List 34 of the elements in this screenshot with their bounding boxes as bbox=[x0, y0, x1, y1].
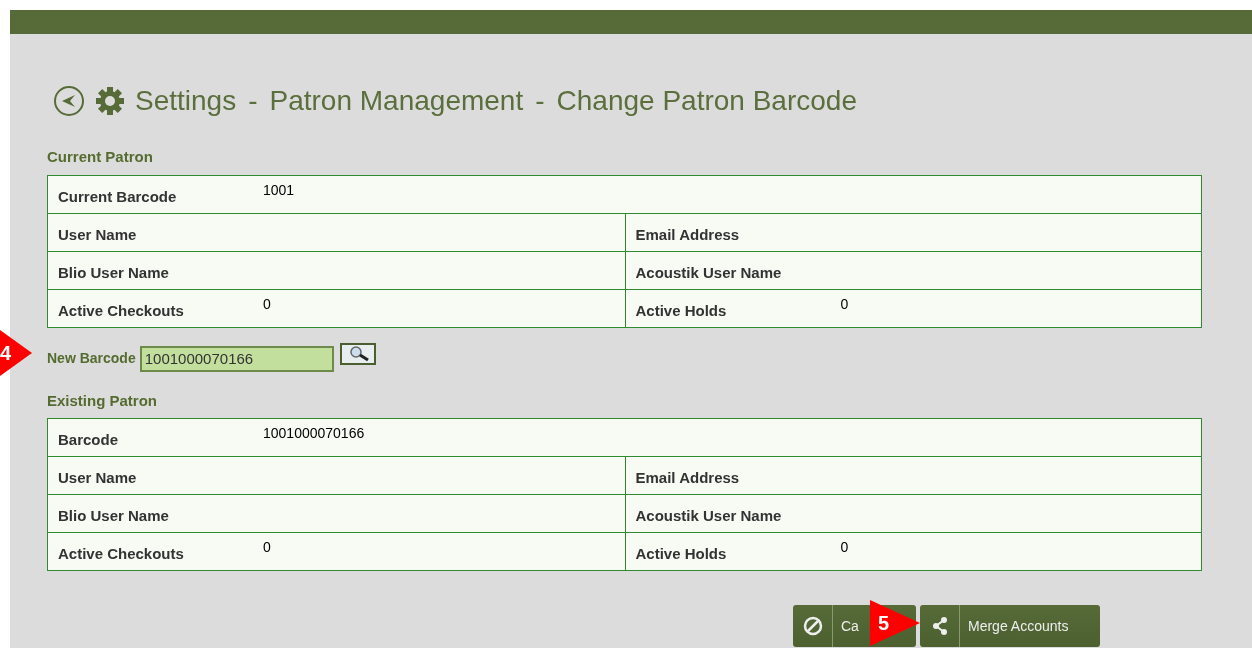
search-button[interactable] bbox=[339, 342, 376, 365]
field-value: 1001 bbox=[263, 180, 295, 200]
field-value: 0 bbox=[840, 294, 849, 314]
field-label: Active Holds bbox=[635, 544, 728, 565]
gear-icon bbox=[95, 86, 125, 116]
breadcrumb-item: - bbox=[248, 84, 258, 118]
breadcrumb-item: Settings bbox=[135, 84, 237, 118]
field-label: New Barcode bbox=[47, 349, 136, 368]
section-title: Existing Patron bbox=[47, 390, 159, 411]
field-label: Blio User Name bbox=[58, 506, 170, 527]
barcode-input[interactable]: 1001000070166 bbox=[139, 345, 334, 372]
field-label: Active Checkouts bbox=[58, 300, 185, 321]
breadcrumb-item: - bbox=[535, 84, 545, 118]
field-label: User Name bbox=[58, 224, 138, 245]
breadcrumb-item: Change Patron Barcode bbox=[556, 84, 857, 118]
field-value: 1001000070166 bbox=[263, 424, 365, 443]
back-icon[interactable] bbox=[53, 85, 85, 117]
field-value: 0 bbox=[263, 294, 271, 314]
breadcrumb-item: Patron Management bbox=[269, 84, 524, 118]
field-label: Blio User Name bbox=[58, 262, 170, 283]
field-label: User Name bbox=[58, 468, 138, 489]
field-label: Acoustik User Name bbox=[635, 262, 783, 283]
field-label: Barcode bbox=[58, 430, 120, 451]
merge-button[interactable]: Merge Accounts bbox=[920, 605, 1100, 647]
field-label: Acoustik User Name bbox=[635, 506, 783, 527]
field-value: 0 bbox=[840, 538, 849, 557]
cancel-icon bbox=[802, 616, 823, 636]
field-label: Current Barcode bbox=[58, 186, 178, 207]
field-label: Email Address bbox=[635, 224, 741, 245]
field-label: Active Holds bbox=[635, 300, 728, 321]
field-label: Active Checkouts bbox=[58, 544, 185, 565]
field-value: 0 bbox=[263, 538, 271, 557]
field-label: Email Address bbox=[635, 468, 741, 489]
section-title: Current Patron bbox=[47, 147, 154, 167]
